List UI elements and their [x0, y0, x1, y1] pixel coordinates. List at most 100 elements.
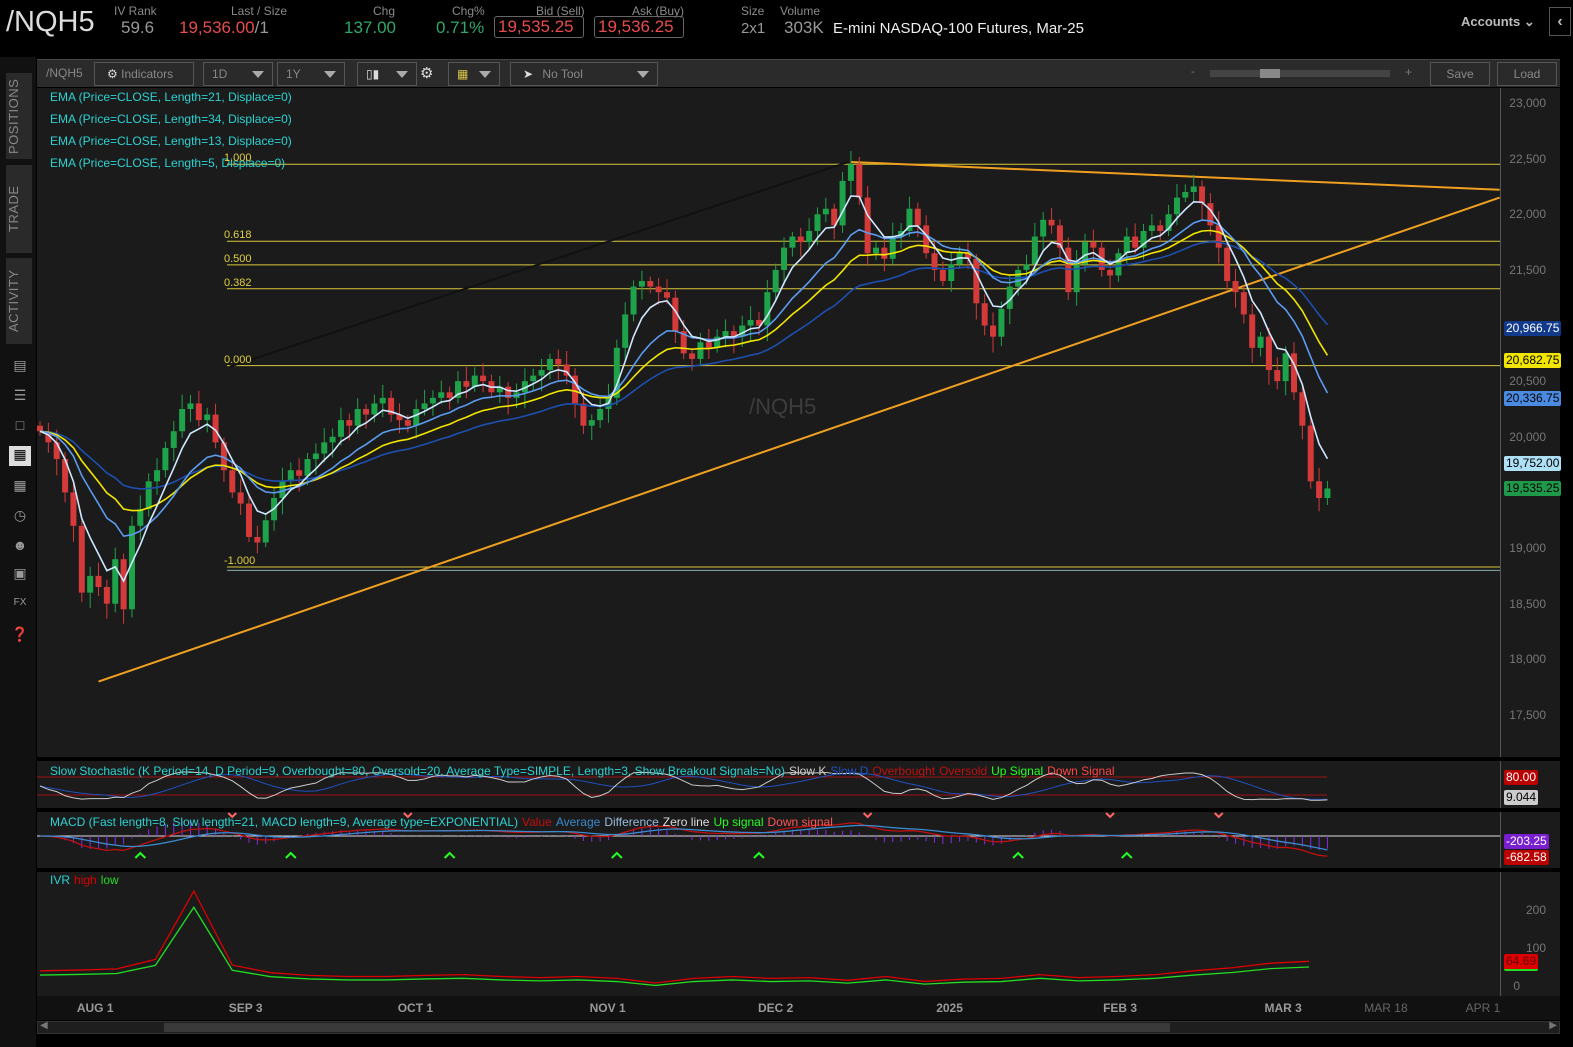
bid-button[interactable]: 19,535.25	[494, 16, 584, 38]
people-icon[interactable]: ☻	[11, 537, 29, 553]
candle-body	[1148, 225, 1155, 231]
up-signal-arrow	[1121, 851, 1133, 859]
clock-icon[interactable]: ◷	[11, 507, 29, 523]
candle-body	[864, 197, 871, 254]
candle-body	[337, 420, 344, 437]
chart-style-dropdown[interactable]: ▯▮	[357, 62, 417, 86]
price-tick: 19,000	[1509, 541, 1546, 556]
fib-level-label: 0.618	[224, 229, 252, 242]
candle-body	[246, 503, 252, 537]
up-signal-arrow	[1012, 851, 1024, 859]
macd-panel[interactable]: MACD (Fast length=8, Slow length=21, MAC…	[37, 812, 1500, 868]
candle-body	[981, 303, 988, 326]
date-tick: FEB 3	[1103, 1001, 1138, 1015]
zoom-in-button[interactable]: +	[1405, 65, 1412, 79]
candle-body	[70, 492, 77, 526]
candle-body	[923, 225, 930, 254]
horizontal-scrollbar[interactable]: ◀ ▶	[37, 1020, 1560, 1034]
zoom-slider[interactable]	[1210, 69, 1390, 78]
candle-body	[1048, 219, 1055, 226]
candles-icon: ▯▮	[366, 67, 380, 81]
period-dropdown[interactable]: 1Y	[277, 62, 345, 86]
candle-body	[580, 403, 587, 426]
load-button[interactable]: Load	[1497, 62, 1557, 86]
date-tick: AUG 1	[76, 1001, 114, 1015]
price-badge: 20,336.75	[1504, 391, 1562, 407]
candle-body	[948, 264, 955, 282]
scrollbar-thumb[interactable]	[164, 1023, 1170, 1032]
candle-body	[990, 325, 997, 337]
last-size: /1	[254, 18, 269, 37]
settings-gear-icon[interactable]: ⚙	[420, 64, 433, 82]
candle-body	[998, 308, 1005, 337]
candle-body	[438, 392, 445, 398]
iv-rank-value: 59.6	[121, 18, 155, 37]
candle-body	[429, 397, 436, 404]
down-signal-arrow	[1105, 812, 1115, 819]
legend-slow-d: Slow D	[830, 764, 869, 778]
trendline	[98, 196, 1500, 683]
fx-icon[interactable]: FX	[11, 595, 29, 611]
candle-body	[797, 236, 804, 243]
fib-level-label: -1.000	[224, 554, 256, 567]
price-tick: 18,000	[1509, 652, 1546, 667]
drawing-style-dropdown[interactable]: ▦	[448, 62, 500, 86]
accounts-menu[interactable]: Accounts ⌄	[1461, 14, 1535, 30]
tab-trade[interactable]: TRADE	[6, 165, 32, 253]
candle-body	[103, 587, 110, 604]
candle-body	[354, 408, 361, 426]
candle-body	[822, 208, 829, 215]
candle-body	[1265, 336, 1272, 371]
ivr-panel[interactable]: IVR high low	[37, 872, 1500, 996]
up-signal-arrow	[611, 851, 623, 859]
ivr-high-line	[39, 889, 1310, 984]
help-icon[interactable]: ❓	[11, 626, 29, 642]
chart-icon[interactable]: ▦	[9, 446, 31, 466]
iv-rank-label: IV Rank	[114, 4, 157, 18]
trendline	[229, 161, 849, 368]
calendar-icon[interactable]: ▣	[11, 565, 29, 581]
candle-body	[262, 520, 269, 543]
candle-body	[170, 431, 177, 448]
save-button[interactable]: Save	[1430, 62, 1490, 86]
tab-positions[interactable]: POSITIONS	[6, 73, 32, 159]
zoom-out-button[interactable]: -	[1191, 66, 1195, 78]
price-chart-panel[interactable]: /NQH5 EMA (Price=CLOSE, Length=21, Displ…	[37, 88, 1500, 757]
stochastic-legend: Slow Stochastic (K Period=14, D Period=9…	[50, 764, 1115, 778]
candle-body	[237, 492, 244, 504]
tab-activity[interactable]: ACTIVITY	[6, 258, 32, 344]
fib-level-label: 0.500	[224, 252, 252, 265]
scroll-right-icon[interactable]: ▶	[1549, 1020, 1557, 1031]
aggregation-dropdown[interactable]: 1D	[203, 62, 273, 86]
indicators-button[interactable]: ⚙ Indicators	[94, 62, 194, 86]
candle-body	[1157, 225, 1164, 231]
stochastic-title: Slow Stochastic (K Period=14, D Period=9…	[50, 764, 785, 778]
macd-legend: MACD (Fast length=8, Slow length=21, MAC…	[50, 815, 833, 829]
price-badge: 19,535.25	[1504, 480, 1562, 496]
zoom-slider-thumb[interactable]	[1260, 69, 1280, 78]
candle-body	[371, 403, 378, 415]
price-axis[interactable]: 23,000 22,500 22,000 21,500 20,500 20,000 19,0…	[1500, 88, 1562, 757]
collapse-panel-button[interactable]: ‹	[1549, 7, 1571, 36]
tv-icon[interactable]: □	[11, 417, 29, 433]
ask-button[interactable]: 19,536.25	[594, 16, 684, 38]
monitor-icon[interactable]: ▤	[11, 357, 29, 373]
drawing-tool-dropdown[interactable]: ➤ No Tool	[510, 62, 658, 86]
candle-body	[1182, 192, 1189, 198]
grid-icon[interactable]: ▦	[11, 477, 29, 493]
legend-up-signal: Up signal	[713, 815, 764, 829]
price-tick: 22,000	[1509, 207, 1546, 222]
stochastic-panel[interactable]: Slow Stochastic (K Period=14, D Period=9…	[37, 761, 1500, 808]
candle-body	[329, 436, 336, 443]
list-icon[interactable]: ☰	[11, 387, 29, 403]
candle-body	[722, 331, 729, 337]
candle-body	[137, 509, 144, 526]
macd-axis: -203.25 -682.58	[1500, 812, 1560, 868]
scroll-left-icon[interactable]: ◀	[40, 1020, 48, 1031]
fib-level-label: 0.000	[224, 353, 252, 366]
price-chart	[37, 150, 1500, 683]
candle-body	[120, 559, 127, 610]
watermark-symbol: /NQH5	[749, 394, 817, 419]
candle-body	[764, 292, 771, 326]
toolbar-symbol: /NQH5	[46, 66, 83, 80]
